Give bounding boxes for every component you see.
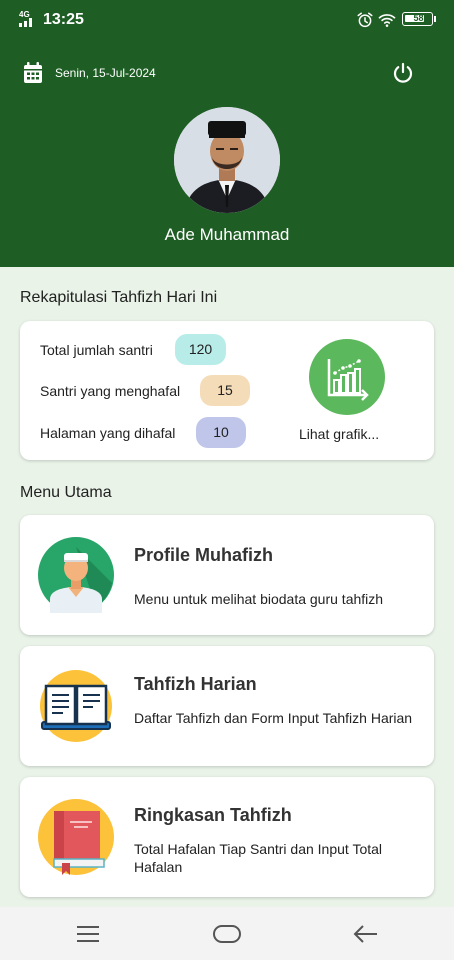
avatar (174, 107, 280, 213)
chart-link[interactable]: Lihat grafik... (299, 426, 379, 442)
teacher-icon (38, 537, 114, 613)
current-date: Senin, 15-Jul-2024 (55, 66, 156, 80)
stat-value-santri-menghafal: 15 (200, 375, 250, 406)
menu-item-title: Tahfizh Harian (134, 674, 257, 694)
back-icon[interactable] (353, 923, 379, 945)
menu-item-desc: Menu untuk melihat biodata guru tahfizh (134, 591, 384, 607)
clock: 13:25 (43, 11, 84, 28)
status-bar: 4G 13:25 58 (0, 0, 454, 40)
menu-title: Menu Utama (20, 484, 112, 501)
user-name: Ade Muhammad (164, 225, 290, 244)
alarm-icon (357, 12, 373, 28)
menu-item-desc: Daftar Tahfizh dan Form Input Tahfizh Ha… (134, 710, 413, 726)
menu-item-ringkasan-tahfizh[interactable]: Ringkasan Tahfizh Total Hafalan Tiap San… (20, 777, 434, 897)
menu-icon[interactable] (76, 924, 100, 944)
stat-label-total-santri: Total jumlah santri (40, 342, 153, 358)
menu-item-title: Ringkasan Tahfizh (134, 805, 292, 825)
menu-item-tahfizh-harian[interactable]: Tahfizh Harian Daftar Tahfizh dan Form I… (20, 646, 434, 766)
menu-item-desc: Total Hafalan Tiap Santri dan Input Tota… (134, 841, 383, 875)
stat-value-total-santri: 120 (175, 334, 226, 365)
power-icon[interactable] (391, 61, 415, 85)
battery-icon: 58 (402, 12, 436, 26)
battery-level: 58 (413, 13, 424, 23)
stat-label-santri-menghafal: Santri yang menghafal (40, 383, 181, 399)
chart-button[interactable] (309, 339, 385, 415)
closed-book-icon (38, 799, 114, 875)
wifi-icon (378, 14, 396, 27)
header: 4G 13:25 58 Senin, 15-Jul-2024 Ade Muham… (0, 0, 454, 267)
home-icon[interactable] (212, 923, 242, 945)
navigation-bar (0, 907, 454, 960)
summary-card: Total jumlah santri 120 Santri yang meng… (20, 321, 434, 460)
stat-value-halaman-dihafal: 10 (196, 417, 246, 448)
open-book-icon (40, 670, 112, 742)
stat-label-halaman-dihafal: Halaman yang dihafal (40, 425, 176, 441)
menu-item-title: Profile Muhafizh (134, 545, 273, 565)
bar-chart-icon (327, 359, 369, 401)
menu-item-profile[interactable]: Profile Muhafizh Menu untuk melihat biod… (20, 515, 434, 635)
summary-title: Rekapitulasi Tahfizh Hari Ini (20, 289, 218, 306)
calendar-icon (24, 62, 42, 83)
